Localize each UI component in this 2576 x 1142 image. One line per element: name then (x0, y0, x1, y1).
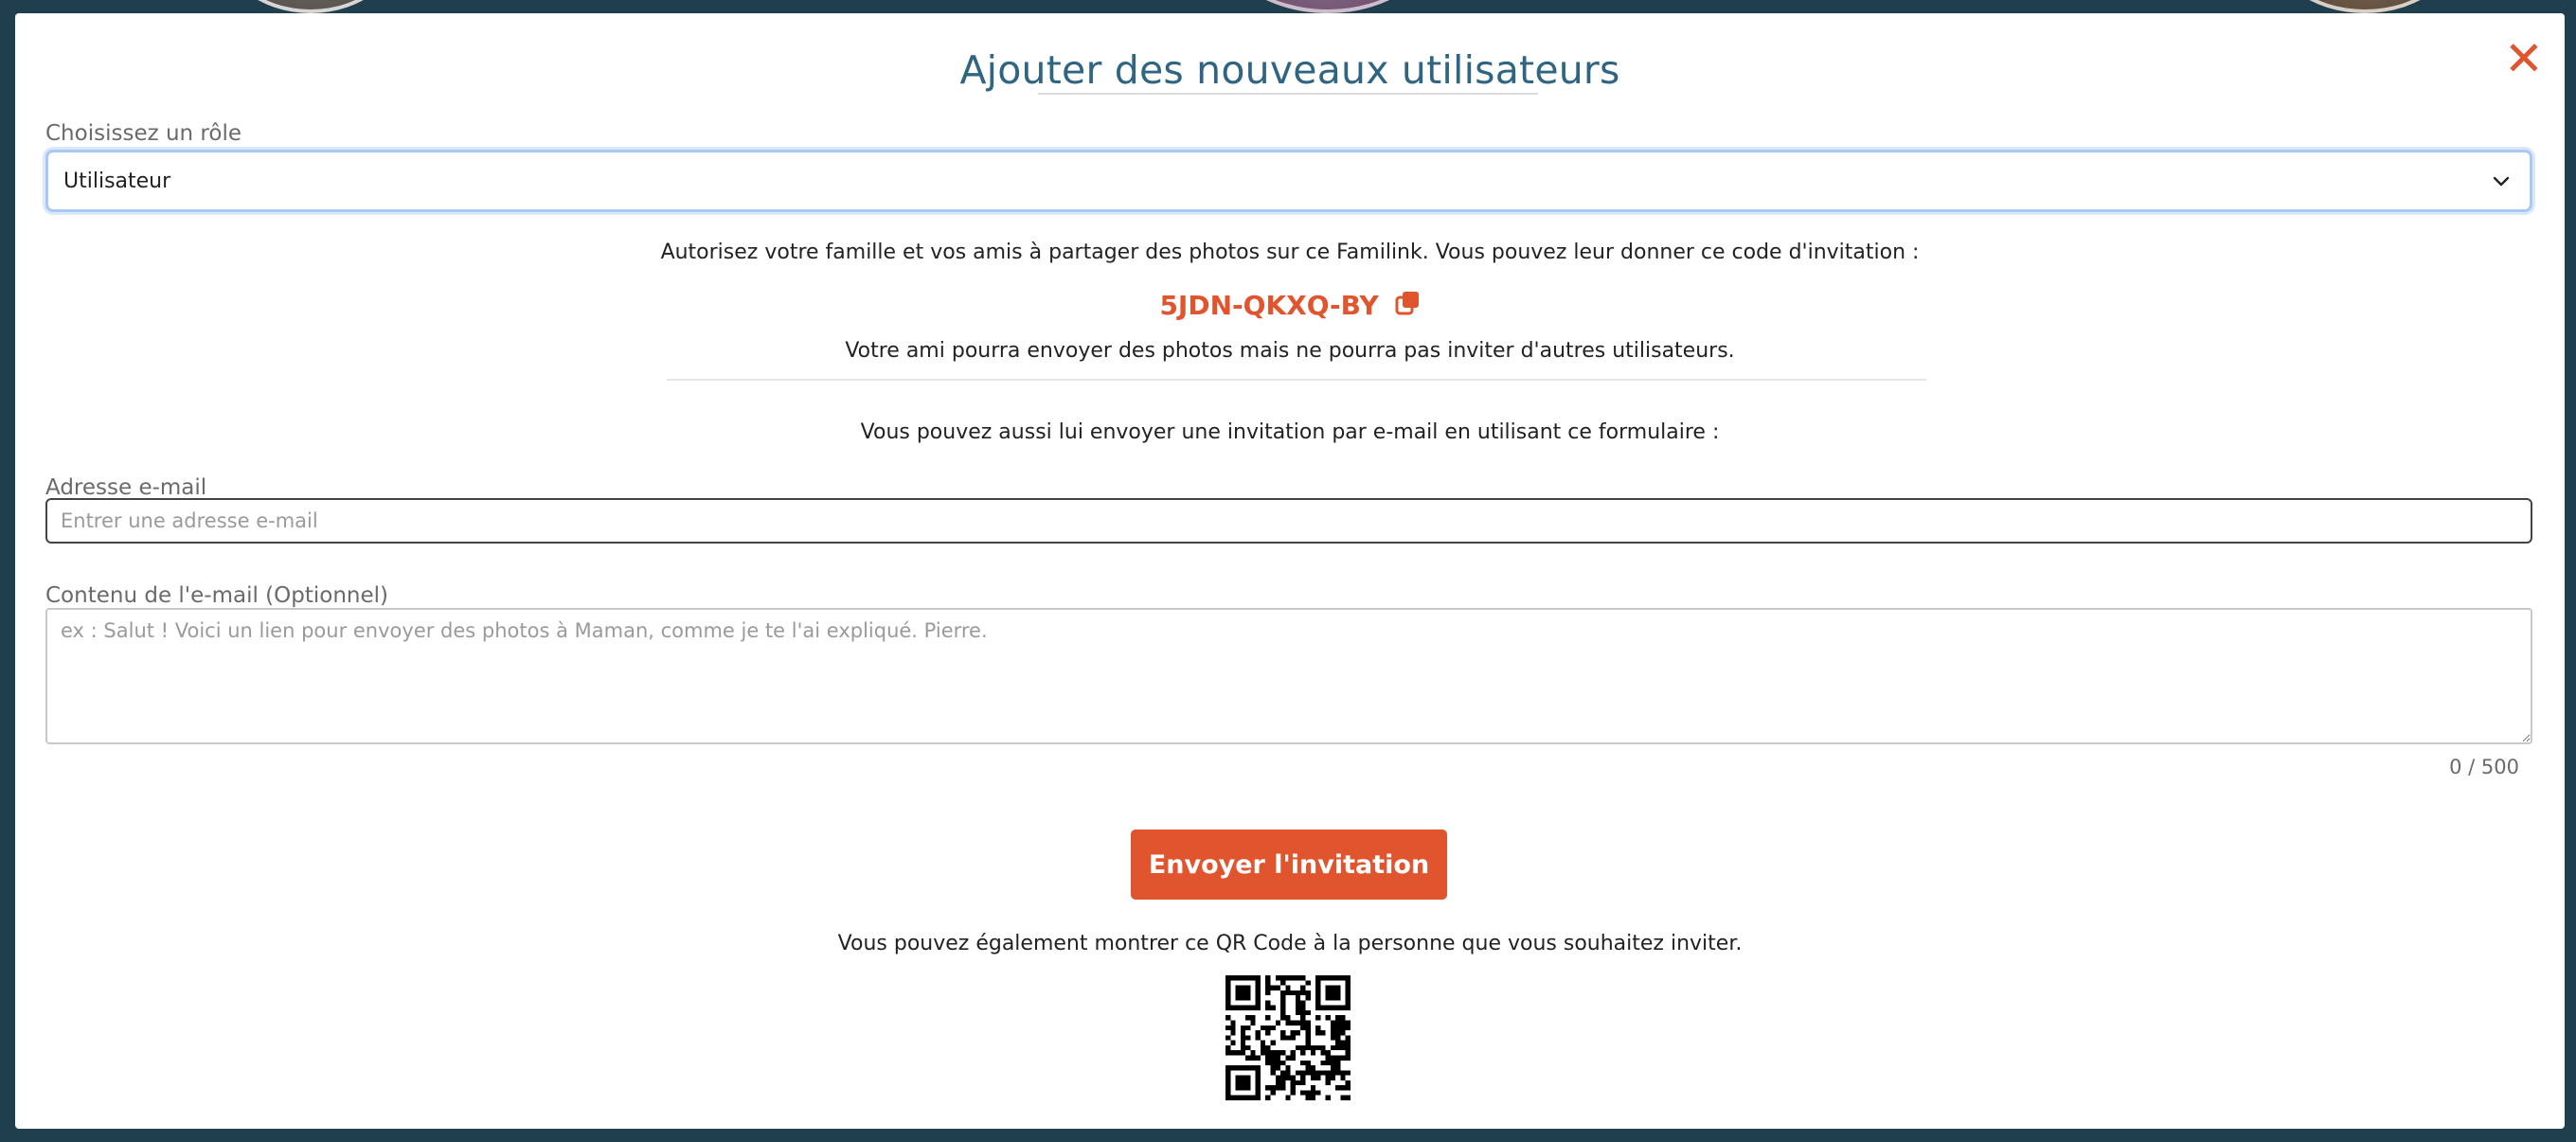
close-icon[interactable]: ✕ (2502, 35, 2546, 82)
send-invitation-button[interactable]: Envoyer l'invitation (1131, 830, 1447, 900)
modal-title: Ajouter des nouveaux utilisateurs (959, 47, 1620, 93)
invite-code-row: 5JDN-QKXQ-BY (15, 290, 2565, 321)
chevron-down-icon (2493, 176, 2510, 187)
invite-code[interactable]: 5JDN-QKXQ-BY (1159, 290, 1378, 321)
section-divider (667, 379, 1926, 381)
invite-note-text: Votre ami pourra envoyer des photos mais… (845, 339, 1735, 363)
email-label: Adresse e-mail (45, 475, 207, 500)
email-field[interactable] (45, 498, 2532, 544)
background-avatar (2265, 0, 2464, 13)
invite-intro-text: Autorisez votre famille et vos amis à pa… (660, 241, 1920, 264)
title-divider (1038, 93, 1538, 95)
email-intro-text: Vous pouvez aussi lui envoyer une invita… (860, 420, 1720, 444)
copy-icon[interactable] (1394, 290, 1421, 316)
add-users-modal: Ajouter des nouveaux utilisateurs ✕ Choi… (15, 13, 2565, 1129)
role-label: Choisissez un rôle (45, 121, 242, 146)
email-content-label: Contenu de l'e-mail (Optionnel) (45, 583, 388, 608)
qr-code-text: Vous pouvez également montrer ce QR Code… (837, 932, 1743, 955)
qr-code (1225, 975, 1351, 1100)
role-select-value: Utilisateur (63, 169, 171, 193)
background-avatar (216, 0, 405, 13)
character-counter: 0 / 500 (2449, 756, 2519, 778)
email-content-textarea[interactable] (45, 608, 2532, 744)
role-select[interactable]: Utilisateur (45, 150, 2532, 212)
background-avatar (1214, 0, 1441, 13)
